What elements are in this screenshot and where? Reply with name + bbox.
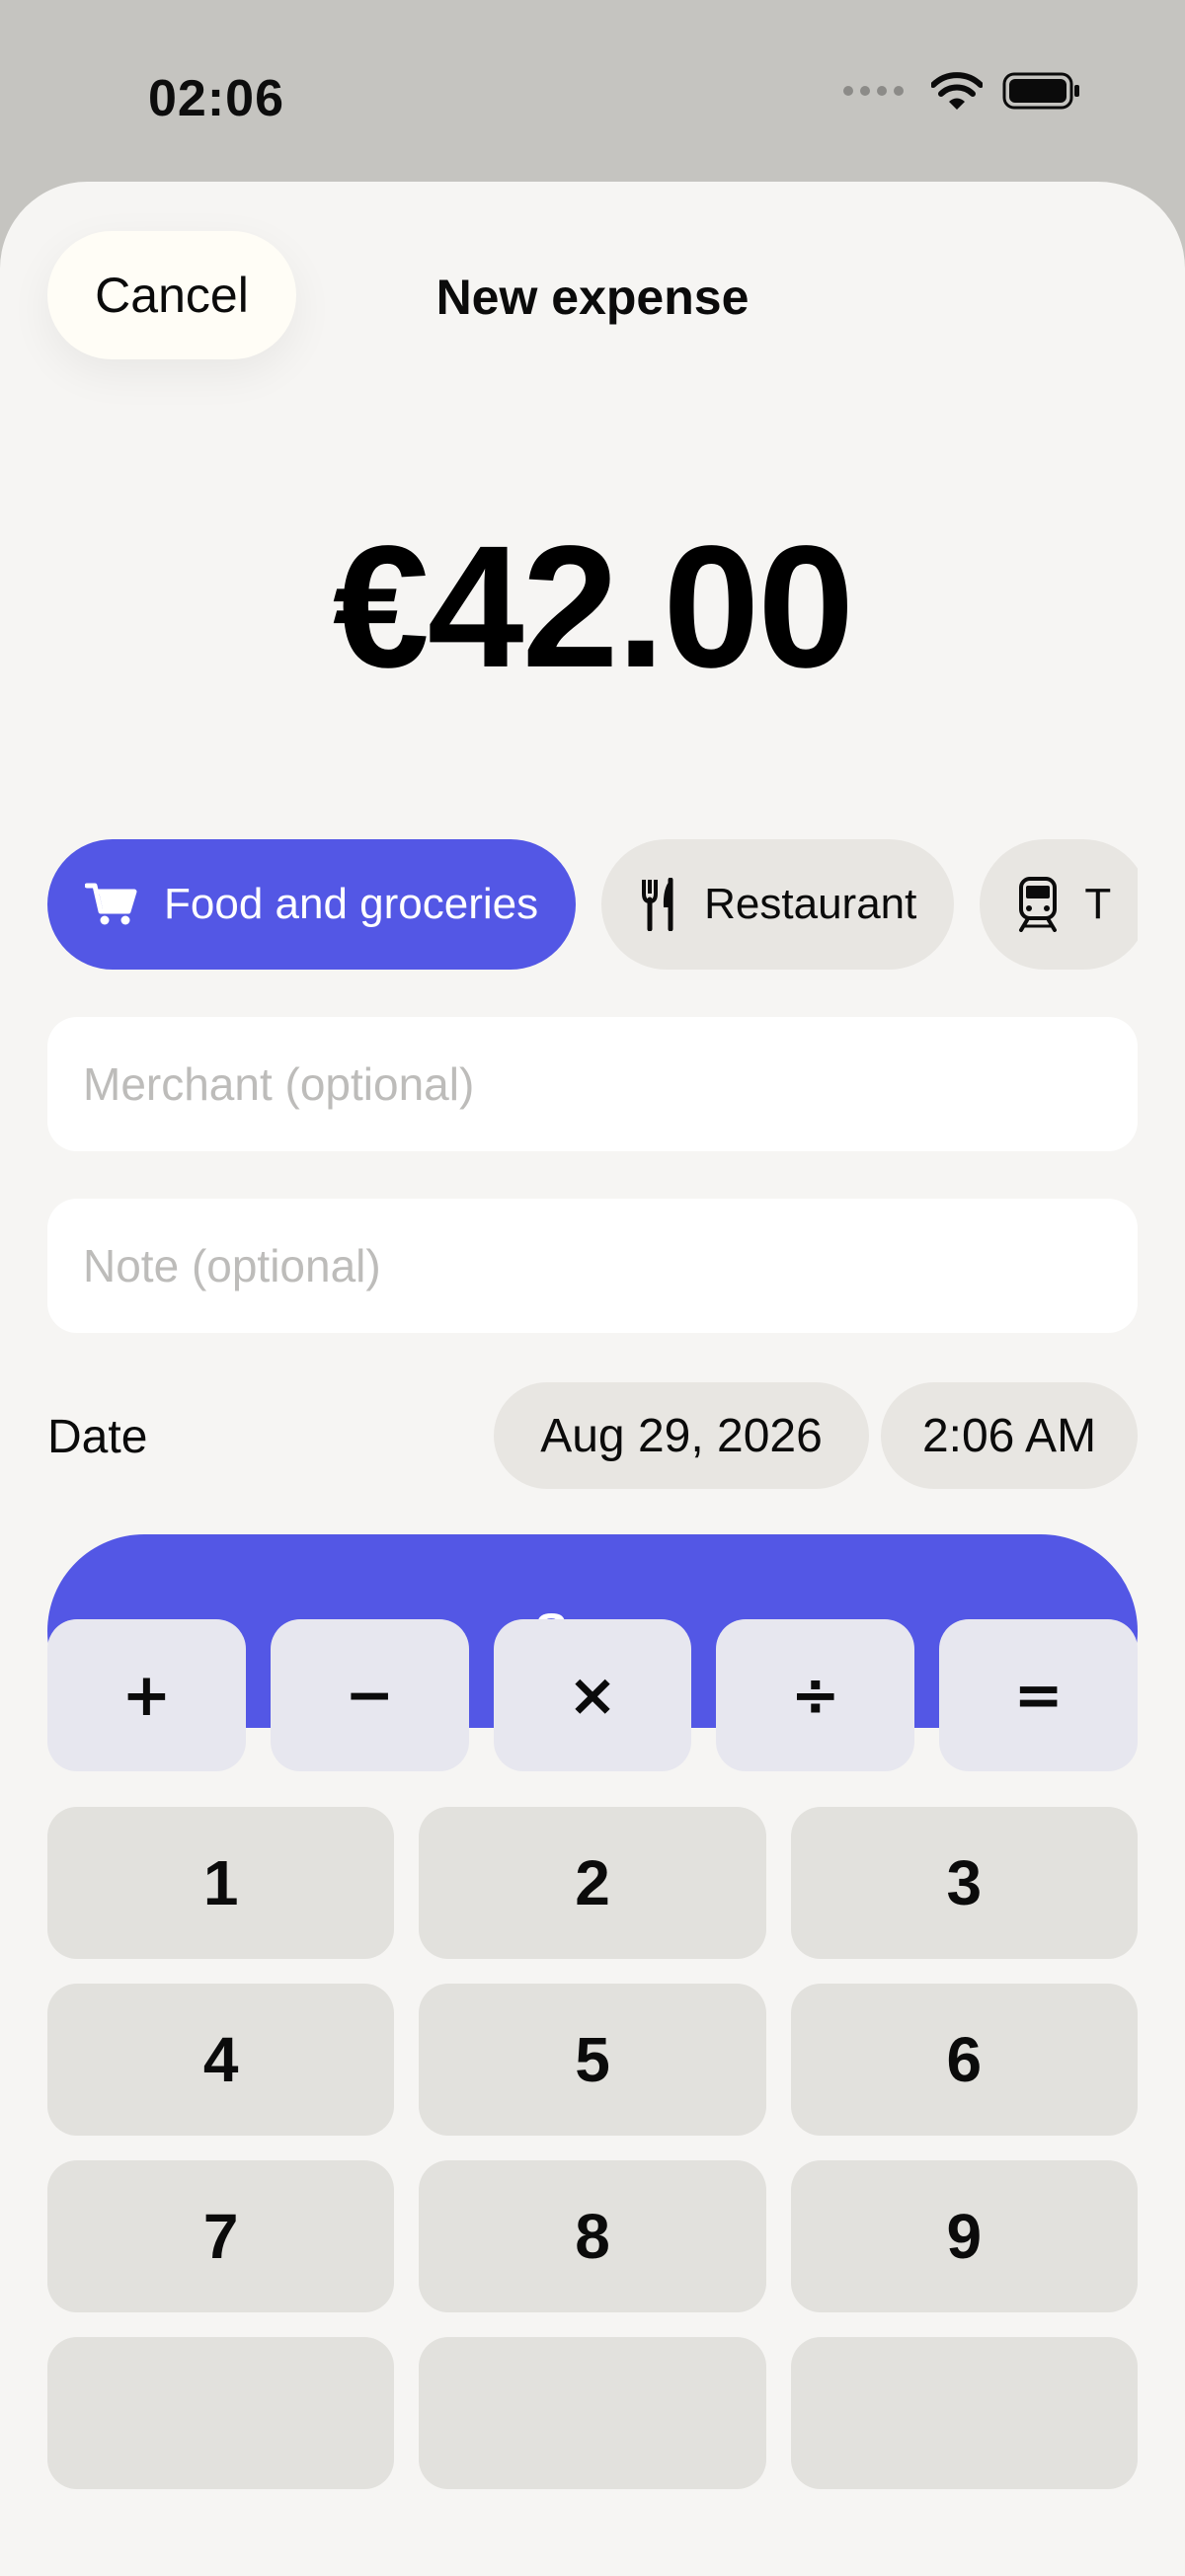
sheet-title: New expense [435,270,750,325]
category-chips[interactable]: Food and groceries Restaurant T [47,839,1138,970]
train-icon [1019,877,1058,932]
cart-icon [85,883,137,925]
key-1[interactable]: 1 [47,1807,395,1959]
amount-display: €42.00 [332,510,854,704]
number-keypad: 1 2 3 4 5 6 7 8 9 [47,1807,1138,2489]
key-minus[interactable]: − [270,1619,469,1771]
key-7[interactable]: 7 [47,2160,395,2312]
key-bottom-left[interactable] [47,2337,395,2489]
note-input[interactable] [47,1199,1138,1333]
battery-icon [1002,72,1079,110]
operator-row: + − × ÷ = [47,1619,1138,1771]
key-5[interactable]: 5 [419,1984,766,2136]
key-2[interactable]: 2 [419,1807,766,1959]
key-bottom-right[interactable] [790,2337,1138,2489]
category-chip-food[interactable]: Food and groceries [47,839,577,970]
status-icons [843,71,1081,111]
key-divide[interactable]: ÷ [716,1619,915,1771]
category-chip-label: Restaurant [704,880,917,928]
merchant-input[interactable] [47,1017,1138,1151]
key-bottom-center[interactable] [419,2337,766,2489]
category-chip-transport[interactable]: T [980,839,1138,970]
time-picker-button[interactable]: 2:06 AM [881,1382,1138,1489]
date-label: Date [47,1411,148,1463]
signal-icon [843,86,904,96]
category-chip-label: T [1084,880,1112,928]
key-8[interactable]: 8 [419,2160,766,2312]
status-bar: 02:06 [0,0,1185,188]
key-multiply[interactable]: × [493,1619,692,1771]
fork-knife-icon [642,878,673,931]
key-3[interactable]: 3 [790,1807,1138,1959]
key-9[interactable]: 9 [790,2160,1138,2312]
category-chip-restaurant[interactable]: Restaurant [601,839,955,970]
key-4[interactable]: 4 [47,1984,395,2136]
key-plus[interactable]: + [47,1619,246,1771]
key-6[interactable]: 6 [790,1984,1138,2136]
status-time: 02:06 [148,70,284,127]
category-chip-label: Food and groceries [164,880,539,928]
wifi-icon [931,72,983,110]
date-picker-button[interactable]: Aug 29, 2026 [494,1382,869,1489]
key-equals[interactable]: = [939,1619,1138,1771]
